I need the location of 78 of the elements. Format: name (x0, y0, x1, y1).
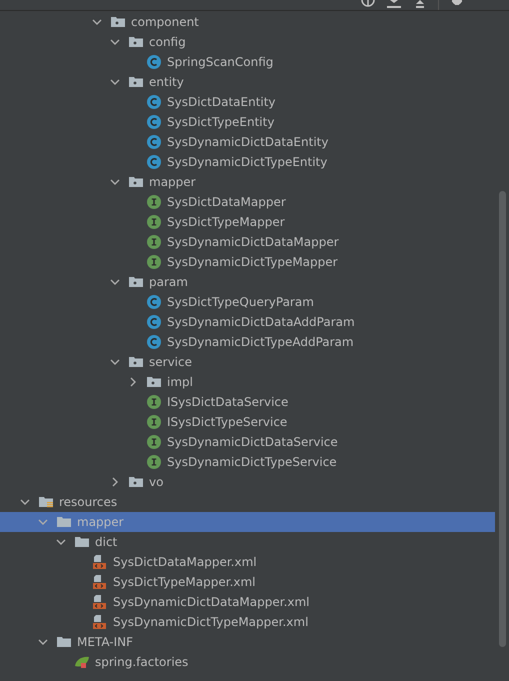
tree-item[interactable]: impl (0, 372, 495, 392)
xml-file-icon (92, 574, 108, 590)
tree-item[interactable]: SysDynamicDictDataService (0, 432, 495, 452)
package-icon (128, 174, 144, 190)
tree-item[interactable]: META-INF (0, 632, 495, 652)
package-icon (128, 274, 144, 290)
resources-folder-icon (38, 494, 54, 510)
package-icon (128, 474, 144, 490)
tree-item[interactable]: param (0, 272, 495, 292)
chevron-down-icon[interactable] (20, 497, 30, 507)
tree-item[interactable]: resources (0, 492, 495, 512)
package-icon (128, 34, 144, 50)
xml-file-icon (92, 554, 108, 570)
tree-item[interactable]: SysDynamicDictDataEntity (0, 132, 495, 152)
chevron-down-icon[interactable] (110, 37, 120, 47)
package-icon (146, 374, 162, 390)
class-icon (146, 314, 162, 330)
chevron-down-icon[interactable] (38, 637, 48, 647)
xml-file-icon (92, 614, 108, 630)
package-icon (110, 14, 126, 30)
class-icon (146, 94, 162, 110)
interface-icon (146, 234, 162, 250)
folder-icon (74, 534, 90, 550)
chevron-down-icon[interactable] (56, 537, 66, 547)
chevron-down-icon[interactable] (92, 17, 102, 27)
interface-icon (146, 414, 162, 430)
tree-item[interactable]: vo (0, 472, 495, 492)
folder-icon (56, 634, 72, 650)
tree-item[interactable]: SpringScanConfig (0, 52, 495, 72)
interface-icon (146, 394, 162, 410)
class-icon (146, 114, 162, 130)
xml-file-icon (92, 594, 108, 610)
interface-icon (146, 194, 162, 210)
tree-item[interactable]: SysDictTypeQueryParam (0, 292, 495, 312)
chevron-down-icon[interactable] (110, 357, 120, 367)
tree-item[interactable]: SysDictTypeEntity (0, 112, 495, 132)
tree-item[interactable]: SysDictTypeMapper.xml (0, 572, 495, 592)
tree-item[interactable]: SysDictTypeMapper (0, 212, 495, 232)
package-icon (128, 354, 144, 370)
chevron-right-icon[interactable] (110, 477, 120, 487)
tree-item[interactable]: SysDynamicDictTypeService (0, 452, 495, 472)
tree-item[interactable]: mapper (0, 172, 495, 192)
expand-all-icon[interactable] (386, 0, 402, 10)
class-icon (146, 294, 162, 310)
tree-item[interactable]: SysDictDataMapper.xml (0, 552, 495, 572)
class-icon (146, 334, 162, 350)
scrollbar-thumb[interactable] (499, 191, 506, 647)
tree-item[interactable]: SysDynamicDictDataMapper (0, 232, 495, 252)
interface-icon (146, 454, 162, 470)
tree-item[interactable]: component (0, 12, 495, 32)
tree-item[interactable]: SysDynamicDictTypeEntity (0, 152, 495, 172)
class-icon (146, 134, 162, 150)
interface-icon (146, 434, 162, 450)
tree-item[interactable]: SysDynamicDictTypeAddParam (0, 332, 495, 352)
leaf-icon (74, 654, 90, 670)
chevron-down-icon[interactable] (110, 277, 120, 287)
tree-item[interactable]: service (0, 352, 495, 372)
package-icon (128, 74, 144, 90)
tree-item[interactable]: entity (0, 72, 495, 92)
tree-item[interactable]: SysDynamicDictDataMapper.xml (0, 592, 495, 612)
tree-item[interactable]: SysDynamicDictTypeMapper.xml (0, 612, 495, 632)
tree-item[interactable]: dict (0, 532, 495, 552)
tree-item[interactable]: SysDynamicDictDataAddParam (0, 312, 495, 332)
tree-item[interactable]: ISysDictDataService (0, 392, 495, 412)
chevron-down-icon[interactable] (110, 177, 120, 187)
interface-icon (146, 254, 162, 270)
class-icon (146, 54, 162, 70)
tree-item[interactable]: config (0, 32, 495, 52)
interface-icon (146, 214, 162, 230)
tree-item[interactable]: SysDynamicDictTypeMapper (0, 252, 495, 272)
tree-item[interactable]: ISysDictTypeService (0, 412, 495, 432)
tree-item[interactable]: SysDictDataEntity (0, 92, 495, 112)
class-icon (146, 154, 162, 170)
folder-icon (56, 514, 72, 530)
tree-item[interactable]: SysDictDataMapper (0, 192, 495, 212)
chevron-down-icon[interactable] (110, 77, 120, 87)
chevron-right-icon[interactable] (128, 377, 138, 387)
tree-item[interactable]: spring.factories (0, 652, 495, 672)
